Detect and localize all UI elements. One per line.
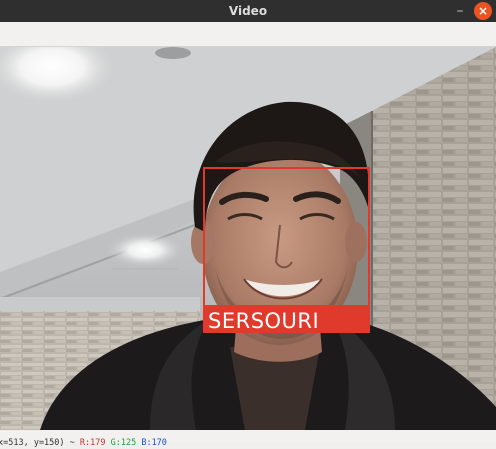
toolbar (0, 22, 496, 47)
window-titlebar: Video – × (0, 0, 496, 22)
status-coordinates: x=513, y=150) ~ (0, 438, 80, 448)
close-icon: × (477, 4, 489, 18)
minimize-icon: – (456, 3, 464, 19)
video-image: SERSOURI (0, 47, 496, 430)
window-title: Video (228, 4, 268, 18)
status-blue-value: B:170 (141, 438, 167, 448)
status-green-value: G:125 (110, 438, 137, 448)
minimize-button[interactable]: – (452, 3, 468, 19)
close-button[interactable]: × (474, 2, 492, 20)
video-frame: SERSOURI (0, 47, 496, 430)
status-bar: x=513, y=150) ~ R:179 G:125 B:170 (0, 430, 496, 448)
status-red-value: R:179 (79, 438, 106, 448)
face-label: SERSOURI (208, 309, 319, 333)
